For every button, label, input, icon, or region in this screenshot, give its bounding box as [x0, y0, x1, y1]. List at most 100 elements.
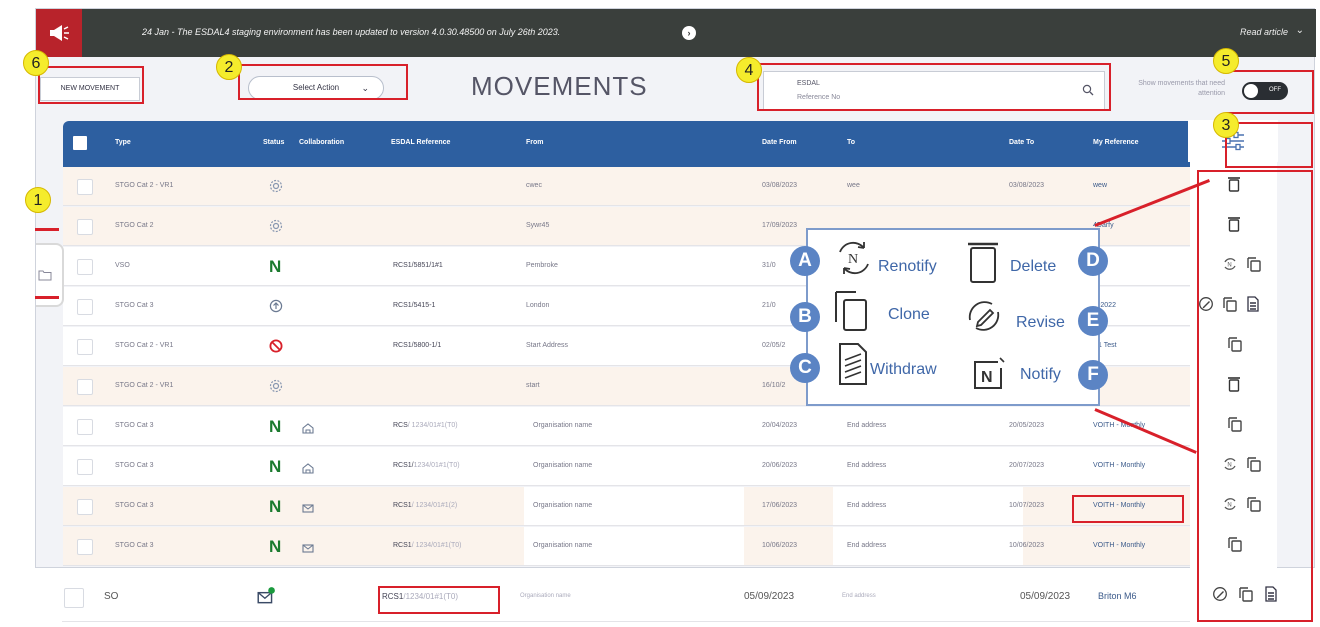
- table-row[interactable]: SO RCS1/1234/01#1(T0) Organisation name 05/…: [62, 572, 1190, 622]
- renotify-icon: N: [839, 241, 869, 275]
- date-to-cell: 10/07/2023: [1009, 502, 1045, 509]
- type-cell: STGO Cat 2: [115, 222, 154, 229]
- legend-badge-d: D: [1078, 246, 1108, 276]
- type-cell: STGO Cat 3: [115, 542, 154, 549]
- up-status-icon: [269, 299, 283, 313]
- date-from-cell: 20/06/2023: [762, 462, 798, 469]
- esdal-reference-cell[interactable]: RCS1/1234/01#1(T0): [393, 462, 460, 469]
- esdal-reference-prefix: RCS1: [393, 502, 412, 509]
- new-message-collaboration-icon[interactable]: [256, 586, 276, 606]
- date-from-cell: 17/06/2023: [762, 502, 798, 509]
- to-cell: wee: [847, 182, 860, 189]
- to-cell: End address: [847, 422, 887, 429]
- notified-status-icon: N: [269, 457, 282, 476]
- type-cell: STGO Cat 2 - VR1: [115, 382, 174, 389]
- col-type[interactable]: Type: [115, 139, 131, 146]
- esdal-reference-prefix: RCS1/5800-1/1: [393, 342, 442, 349]
- annotation-box-my-reference: [1072, 495, 1184, 523]
- col-my-reference[interactable]: My Reference: [1093, 139, 1139, 146]
- col-esdal-reference[interactable]: ESDAL Reference: [391, 139, 450, 146]
- legend-badge-b: B: [790, 302, 820, 332]
- svg-text:N: N: [848, 252, 858, 267]
- esdal-reference-cell[interactable]: RCS1/5851/1#1: [393, 262, 443, 269]
- legend-renotify: Renotify: [878, 258, 937, 275]
- mail-collaboration-icon[interactable]: [301, 501, 315, 515]
- chevron-down-icon[interactable]: ⌄: [1296, 25, 1304, 36]
- col-date-to[interactable]: Date To: [1009, 139, 1034, 146]
- date-from-cell: 10/06/2023: [762, 542, 798, 549]
- mail-collaboration-icon[interactable]: [301, 541, 315, 555]
- date-from-cell: 21/0: [762, 302, 776, 309]
- read-article-link[interactable]: Read article: [1240, 27, 1288, 37]
- home-collaboration-icon[interactable]: [301, 461, 315, 475]
- notified-status-icon: N: [269, 537, 282, 556]
- col-collaboration: Collaboration: [299, 139, 345, 146]
- date-to-cell: 03/08/2023: [1009, 182, 1045, 189]
- banner-next-icon[interactable]: ›: [682, 26, 696, 40]
- from-cell: Pembroke: [526, 262, 558, 269]
- draft-status-icon: [269, 219, 283, 233]
- select-all-checkbox[interactable]: [73, 136, 87, 150]
- table-row[interactable]: STGO Cat 3 N RCS/ 1234/01#1(T0) Organisatio…: [63, 407, 1193, 446]
- table-row[interactable]: STGO Cat 3 N RCS1/ 1234/01#1(T0) Organisati…: [63, 527, 1193, 566]
- home-collaboration-icon[interactable]: [301, 421, 315, 435]
- col-status: Status: [263, 139, 285, 146]
- folder-icon: [38, 270, 52, 281]
- withdraw-icon: [839, 343, 867, 385]
- annotation-box-6: [38, 66, 144, 104]
- esdal-reference-suffix: / 1234/01#1(T0): [407, 422, 458, 429]
- esdal-reference-cell[interactable]: RCS1/ 1234/01#1(2): [393, 502, 457, 509]
- row-checkbox[interactable]: [77, 179, 93, 195]
- legend-badge-a: A: [790, 246, 820, 276]
- annotation-box-esdal-reference: [378, 586, 500, 614]
- type-cell: STGO Cat 2 - VR1: [115, 342, 174, 349]
- row-checkbox[interactable]: [64, 588, 84, 608]
- esdal-reference-prefix: RCS1/: [393, 462, 414, 469]
- svg-text:N: N: [981, 369, 993, 386]
- from-cell: Start Address: [526, 342, 569, 349]
- esdal-reference-cell[interactable]: RCS1/5415-1: [393, 302, 435, 309]
- annotation-sidebar-bottom: [35, 296, 59, 299]
- date-from-cell: 03/08/2023: [762, 182, 798, 189]
- esdal-reference-cell[interactable]: RCS/ 1234/01#1(T0): [393, 422, 458, 429]
- annotation-box-5: [1226, 70, 1314, 114]
- esdal-reference-cell[interactable]: RCS1/5800-1/1: [393, 342, 441, 349]
- row-checkbox[interactable]: [77, 259, 93, 275]
- annotation-box-actions: [1197, 170, 1313, 622]
- row-checkbox[interactable]: [77, 379, 93, 395]
- revise-icon: [968, 301, 1000, 331]
- page-title: MOVEMENTS: [471, 71, 648, 101]
- type-cell: SO: [104, 591, 119, 602]
- table-header: Type Status Collaboration ESDAL Referenc…: [63, 121, 1193, 167]
- row-checkbox[interactable]: [77, 539, 93, 555]
- esdal-reference-cell[interactable]: RCS1/ 1234/01#1(T0): [393, 542, 462, 549]
- esdal-reference-suffix: / 1234/01#1(T0): [411, 542, 462, 549]
- table-row[interactable]: STGO Cat 2 - VR1 cwec 03/08/2023 wee 03/08/2…: [63, 167, 1193, 206]
- row-checkbox[interactable]: [77, 459, 93, 475]
- esdal-reference-prefix: RCS: [393, 422, 408, 429]
- date-from-cell: 02/05/2: [762, 342, 786, 349]
- esdal-reference-prefix: RCS1: [393, 542, 412, 549]
- type-cell: STGO Cat 3: [115, 462, 154, 469]
- row-checkbox[interactable]: [77, 299, 93, 315]
- notified-status-icon: N: [269, 497, 282, 516]
- draft-status-icon: [269, 179, 283, 193]
- banner-message: 24 Jan - The ESDAL4 staging environment …: [142, 27, 561, 37]
- table-row[interactable]: STGO Cat 3 N RCS1/ 1234/01#1(2) Organisatio…: [63, 487, 1193, 526]
- action-icon-legend: A B C D E F N Renotify Clone Withdraw De…: [790, 228, 1108, 406]
- my-reference-cell: wew: [1093, 182, 1108, 189]
- announcement-banner: 24 Jan - The ESDAL4 staging environment …: [36, 9, 1316, 57]
- draft-status-icon: [269, 379, 283, 393]
- esdal-reference-suffix: / 1234/01#1(2): [411, 502, 458, 509]
- col-date-from[interactable]: Date From: [762, 139, 797, 146]
- row-checkbox[interactable]: [77, 419, 93, 435]
- legend-withdraw: Withdraw: [870, 361, 937, 378]
- my-reference-cell: Briton M6: [1098, 591, 1137, 601]
- col-from: From: [526, 139, 544, 146]
- legend-notify: Notify: [1020, 366, 1061, 383]
- row-checkbox[interactable]: [77, 219, 93, 235]
- table-row[interactable]: STGO Cat 3 N RCS1/1234/01#1(T0) Organisatio…: [63, 447, 1193, 486]
- to-cell: End address: [847, 462, 887, 469]
- row-checkbox[interactable]: [77, 339, 93, 355]
- row-checkbox[interactable]: [77, 499, 93, 515]
